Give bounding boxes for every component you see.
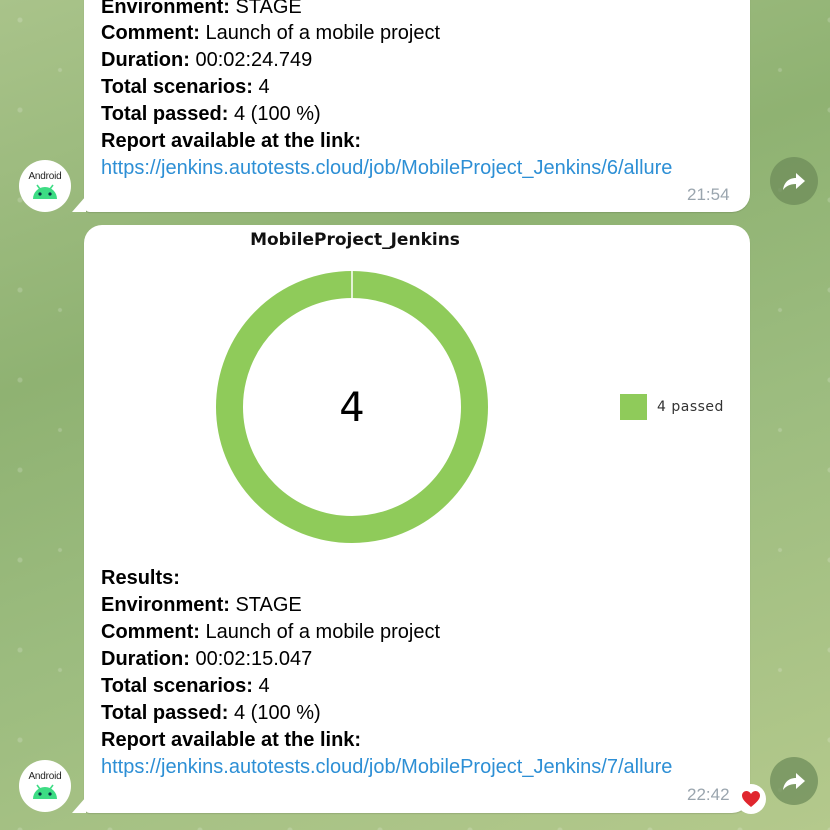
forward-button[interactable] bbox=[770, 757, 818, 805]
chart-title: MobileProject_Jenkins bbox=[250, 230, 460, 250]
message-time: 21:54 bbox=[687, 185, 730, 204]
message-line: Results: bbox=[101, 567, 180, 589]
message-line: Report available at the link: bbox=[101, 130, 362, 152]
donut-center-label: 4 bbox=[339, 385, 364, 431]
avatar-label: Android bbox=[28, 770, 62, 782]
forward-button[interactable] bbox=[770, 157, 818, 205]
legend-label: 4 passed bbox=[657, 399, 724, 415]
message-line: Duration: 00:02:15.047 bbox=[101, 648, 313, 670]
message-line: Total passed: 4 (100 %) bbox=[101, 103, 321, 125]
message-line: Comment: Launch of a mobile project bbox=[101, 22, 441, 44]
message-line: Report available at the link: bbox=[101, 729, 362, 751]
message-line: Comment: Launch of a mobile project bbox=[101, 621, 441, 643]
message-line: Total scenarios: 4 bbox=[101, 76, 270, 98]
android-icon bbox=[33, 184, 57, 199]
report-link[interactable]: https://jenkins.autotests.cloud/job/Mobi… bbox=[101, 155, 672, 182]
message-line: Duration: 00:02:24.749 bbox=[101, 49, 313, 71]
android-icon bbox=[33, 784, 57, 799]
message-line: Environment: STAGE bbox=[101, 0, 302, 18]
heart-icon bbox=[742, 791, 760, 807]
legend-swatch bbox=[620, 394, 647, 420]
avatar[interactable]: Android bbox=[19, 760, 71, 812]
message-line: Total passed: 4 (100 %) bbox=[101, 702, 321, 724]
reaction-badge[interactable] bbox=[736, 784, 766, 814]
message-line: Total scenarios: 4 bbox=[101, 675, 270, 697]
forward-icon bbox=[783, 773, 805, 790]
donut-chart[interactable]: 4 bbox=[210, 265, 494, 549]
report-link[interactable]: https://jenkins.autotests.cloud/job/Mobi… bbox=[101, 754, 672, 781]
forward-icon bbox=[783, 173, 805, 190]
message-time: 22:42 bbox=[687, 785, 730, 804]
message-line: Environment: STAGE bbox=[101, 594, 302, 616]
avatar-label: Android bbox=[28, 170, 62, 182]
avatar[interactable]: Android bbox=[19, 160, 71, 212]
